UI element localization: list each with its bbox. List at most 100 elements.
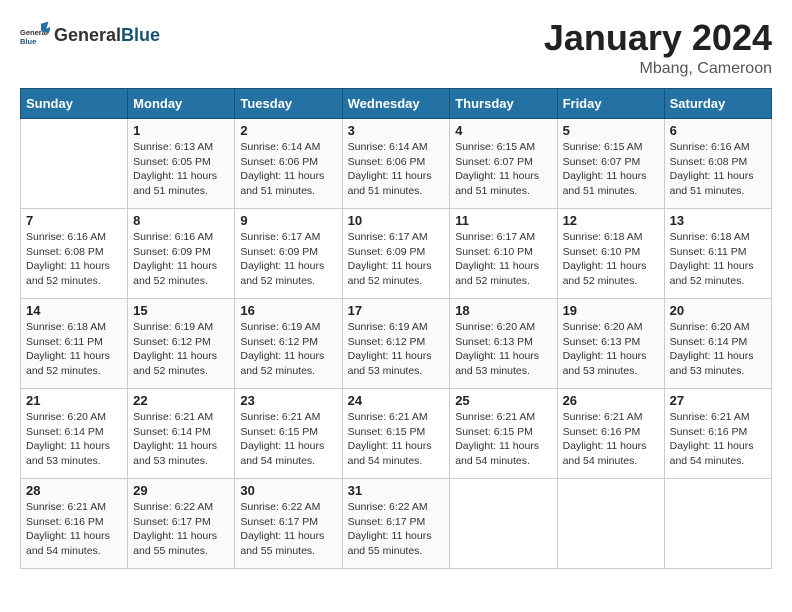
day-number: 10 [348,213,445,228]
svg-text:Blue: Blue [20,37,36,46]
day-info: Sunrise: 6:20 AMSunset: 6:13 PMDaylight:… [563,320,659,379]
calendar-month-title: January 2024 [544,20,772,56]
calendar-cell: 9 Sunrise: 6:17 AMSunset: 6:09 PMDaylight… [235,209,342,299]
day-info: Sunrise: 6:16 AMSunset: 6:08 PMDaylight:… [26,230,122,289]
calendar-cell: 12 Sunrise: 6:18 AMSunset: 6:10 PMDayligh… [557,209,664,299]
calendar-cell: 11Sunrise: 6:17 AMSunset: 6:10 PMDayligh… [450,209,557,299]
day-info: Sunrise: 6:18 AMSunset: 6:10 PMDaylight:… [563,230,659,289]
calendar-cell [450,479,557,569]
day-info: Sunrise: 6:22 AMSunset: 6:17 PMDaylight:… [348,500,445,559]
calendar-cell: 10 Sunrise: 6:17 AMSunset: 6:09 PMDayligh… [342,209,450,299]
day-info: Sunrise: 6:19 AMSunset: 6:12 PMDaylight:… [240,320,336,379]
logo-general: General [54,25,121,46]
day-info: Sunrise: 6:20 AMSunset: 6:14 PMDaylight:… [670,320,766,379]
day-number: 8 [133,213,229,228]
day-number: 20 [670,303,766,318]
calendar-week-1: 1 Sunrise: 6:13 AMSunset: 6:05 PMDaylight… [21,119,772,209]
calendar-cell: 21Sunrise: 6:20 AMSunset: 6:14 PMDayligh… [21,389,128,479]
logo: General Blue General Blue [20,20,160,50]
calendar-cell: 23Sunrise: 6:21 AMSunset: 6:15 PMDayligh… [235,389,342,479]
calendar-location: Mbang, Cameroon [544,60,772,78]
day-of-week-tuesday: Tuesday [235,89,342,119]
day-number: 3 [348,123,445,138]
calendar-cell: 22Sunrise: 6:21 AMSunset: 6:14 PMDayligh… [128,389,235,479]
calendar-week-2: 7Sunrise: 6:16 AMSunset: 6:08 PMDaylight… [21,209,772,299]
day-info: Sunrise: 6:13 AMSunset: 6:05 PMDaylight:… [133,140,229,199]
day-info: Sunrise: 6:20 AMSunset: 6:13 PMDaylight:… [455,320,551,379]
day-info: Sunrise: 6:22 AMSunset: 6:17 PMDaylight:… [240,500,336,559]
page-header: General Blue General Blue January 2024 M… [20,20,772,78]
calendar-cell [21,119,128,209]
calendar-cell [664,479,771,569]
calendar-week-3: 14 Sunrise: 6:18 AMSunset: 6:11 PMDayligh… [21,299,772,389]
day-number: 28 [26,483,122,498]
calendar-cell: 6 Sunrise: 6:16 AMSunset: 6:08 PMDaylight… [664,119,771,209]
calendar-cell: 14 Sunrise: 6:18 AMSunset: 6:11 PMDayligh… [21,299,128,389]
calendar-cell: 4 Sunrise: 6:15 AMSunset: 6:07 PMDaylight… [450,119,557,209]
day-info: Sunrise: 6:19 AMSunset: 6:12 PMDaylight:… [348,320,445,379]
day-of-week-thursday: Thursday [450,89,557,119]
calendar-week-4: 21Sunrise: 6:20 AMSunset: 6:14 PMDayligh… [21,389,772,479]
day-number: 25 [455,393,551,408]
day-number: 26 [563,393,659,408]
day-of-week-sunday: Sunday [21,89,128,119]
calendar-cell: 20 Sunrise: 6:20 AMSunset: 6:14 PMDayligh… [664,299,771,389]
day-info: Sunrise: 6:18 AMSunset: 6:11 PMDaylight:… [26,320,122,379]
day-of-week-monday: Monday [128,89,235,119]
day-info: Sunrise: 6:15 AMSunset: 6:07 PMDaylight:… [455,140,551,199]
day-number: 24 [348,393,445,408]
day-number: 9 [240,213,336,228]
day-number: 21 [26,393,122,408]
day-info: Sunrise: 6:21 AMSunset: 6:16 PMDaylight:… [670,410,766,469]
calendar-title-block: January 2024 Mbang, Cameroon [544,20,772,78]
day-number: 16 [240,303,336,318]
day-info: Sunrise: 6:16 AMSunset: 6:09 PMDaylight:… [133,230,229,289]
calendar-cell: 28Sunrise: 6:21 AMSunset: 6:16 PMDayligh… [21,479,128,569]
day-info: Sunrise: 6:21 AMSunset: 6:16 PMDaylight:… [563,410,659,469]
calendar-week-5: 28Sunrise: 6:21 AMSunset: 6:16 PMDayligh… [21,479,772,569]
calendar-header: SundayMondayTuesdayWednesdayThursdayFrid… [21,89,772,119]
calendar-cell: 15Sunrise: 6:19 AMSunset: 6:12 PMDayligh… [128,299,235,389]
day-info: Sunrise: 6:17 AMSunset: 6:09 PMDaylight:… [240,230,336,289]
day-info: Sunrise: 6:14 AMSunset: 6:06 PMDaylight:… [348,140,445,199]
day-number: 6 [670,123,766,138]
day-info: Sunrise: 6:18 AMSunset: 6:11 PMDaylight:… [670,230,766,289]
day-of-week-wednesday: Wednesday [342,89,450,119]
day-number: 31 [348,483,445,498]
day-number: 14 [26,303,122,318]
day-number: 29 [133,483,229,498]
calendar-cell: 27 Sunrise: 6:21 AMSunset: 6:16 PMDayligh… [664,389,771,479]
calendar-cell: 25 Sunrise: 6:21 AMSunset: 6:15 PMDayligh… [450,389,557,479]
calendar-cell: 8 Sunrise: 6:16 AMSunset: 6:09 PMDaylight… [128,209,235,299]
calendar-cell: 13 Sunrise: 6:18 AMSunset: 6:11 PMDayligh… [664,209,771,299]
day-info: Sunrise: 6:15 AMSunset: 6:07 PMDaylight:… [563,140,659,199]
day-number: 4 [455,123,551,138]
days-of-week-row: SundayMondayTuesdayWednesdayThursdayFrid… [21,89,772,119]
calendar-body: 1 Sunrise: 6:13 AMSunset: 6:05 PMDaylight… [21,119,772,569]
calendar-cell: 31 Sunrise: 6:22 AMSunset: 6:17 PMDayligh… [342,479,450,569]
day-info: Sunrise: 6:17 AMSunset: 6:10 PMDaylight:… [455,230,551,289]
calendar-cell: 3 Sunrise: 6:14 AMSunset: 6:06 PMDaylight… [342,119,450,209]
day-number: 2 [240,123,336,138]
calendar-cell: 18Sunrise: 6:20 AMSunset: 6:13 PMDayligh… [450,299,557,389]
day-info: Sunrise: 6:21 AMSunset: 6:15 PMDaylight:… [455,410,551,469]
calendar-cell: 5Sunrise: 6:15 AMSunset: 6:07 PMDaylight… [557,119,664,209]
calendar-cell: 26 Sunrise: 6:21 AMSunset: 6:16 PMDayligh… [557,389,664,479]
day-info: Sunrise: 6:17 AMSunset: 6:09 PMDaylight:… [348,230,445,289]
day-number: 19 [563,303,659,318]
day-info: Sunrise: 6:14 AMSunset: 6:06 PMDaylight:… [240,140,336,199]
day-info: Sunrise: 6:19 AMSunset: 6:12 PMDaylight:… [133,320,229,379]
calendar-cell: 17Sunrise: 6:19 AMSunset: 6:12 PMDayligh… [342,299,450,389]
day-number: 12 [563,213,659,228]
day-info: Sunrise: 6:16 AMSunset: 6:08 PMDaylight:… [670,140,766,199]
calendar-cell: 2 Sunrise: 6:14 AMSunset: 6:06 PMDaylight… [235,119,342,209]
day-info: Sunrise: 6:22 AMSunset: 6:17 PMDaylight:… [133,500,229,559]
calendar-table: SundayMondayTuesdayWednesdayThursdayFrid… [20,88,772,569]
day-info: Sunrise: 6:21 AMSunset: 6:15 PMDaylight:… [240,410,336,469]
logo-icon: General Blue [20,20,50,50]
logo-blue: Blue [121,25,160,46]
day-number: 27 [670,393,766,408]
calendar-cell: 29 Sunrise: 6:22 AMSunset: 6:17 PMDayligh… [128,479,235,569]
day-number: 13 [670,213,766,228]
day-number: 1 [133,123,229,138]
